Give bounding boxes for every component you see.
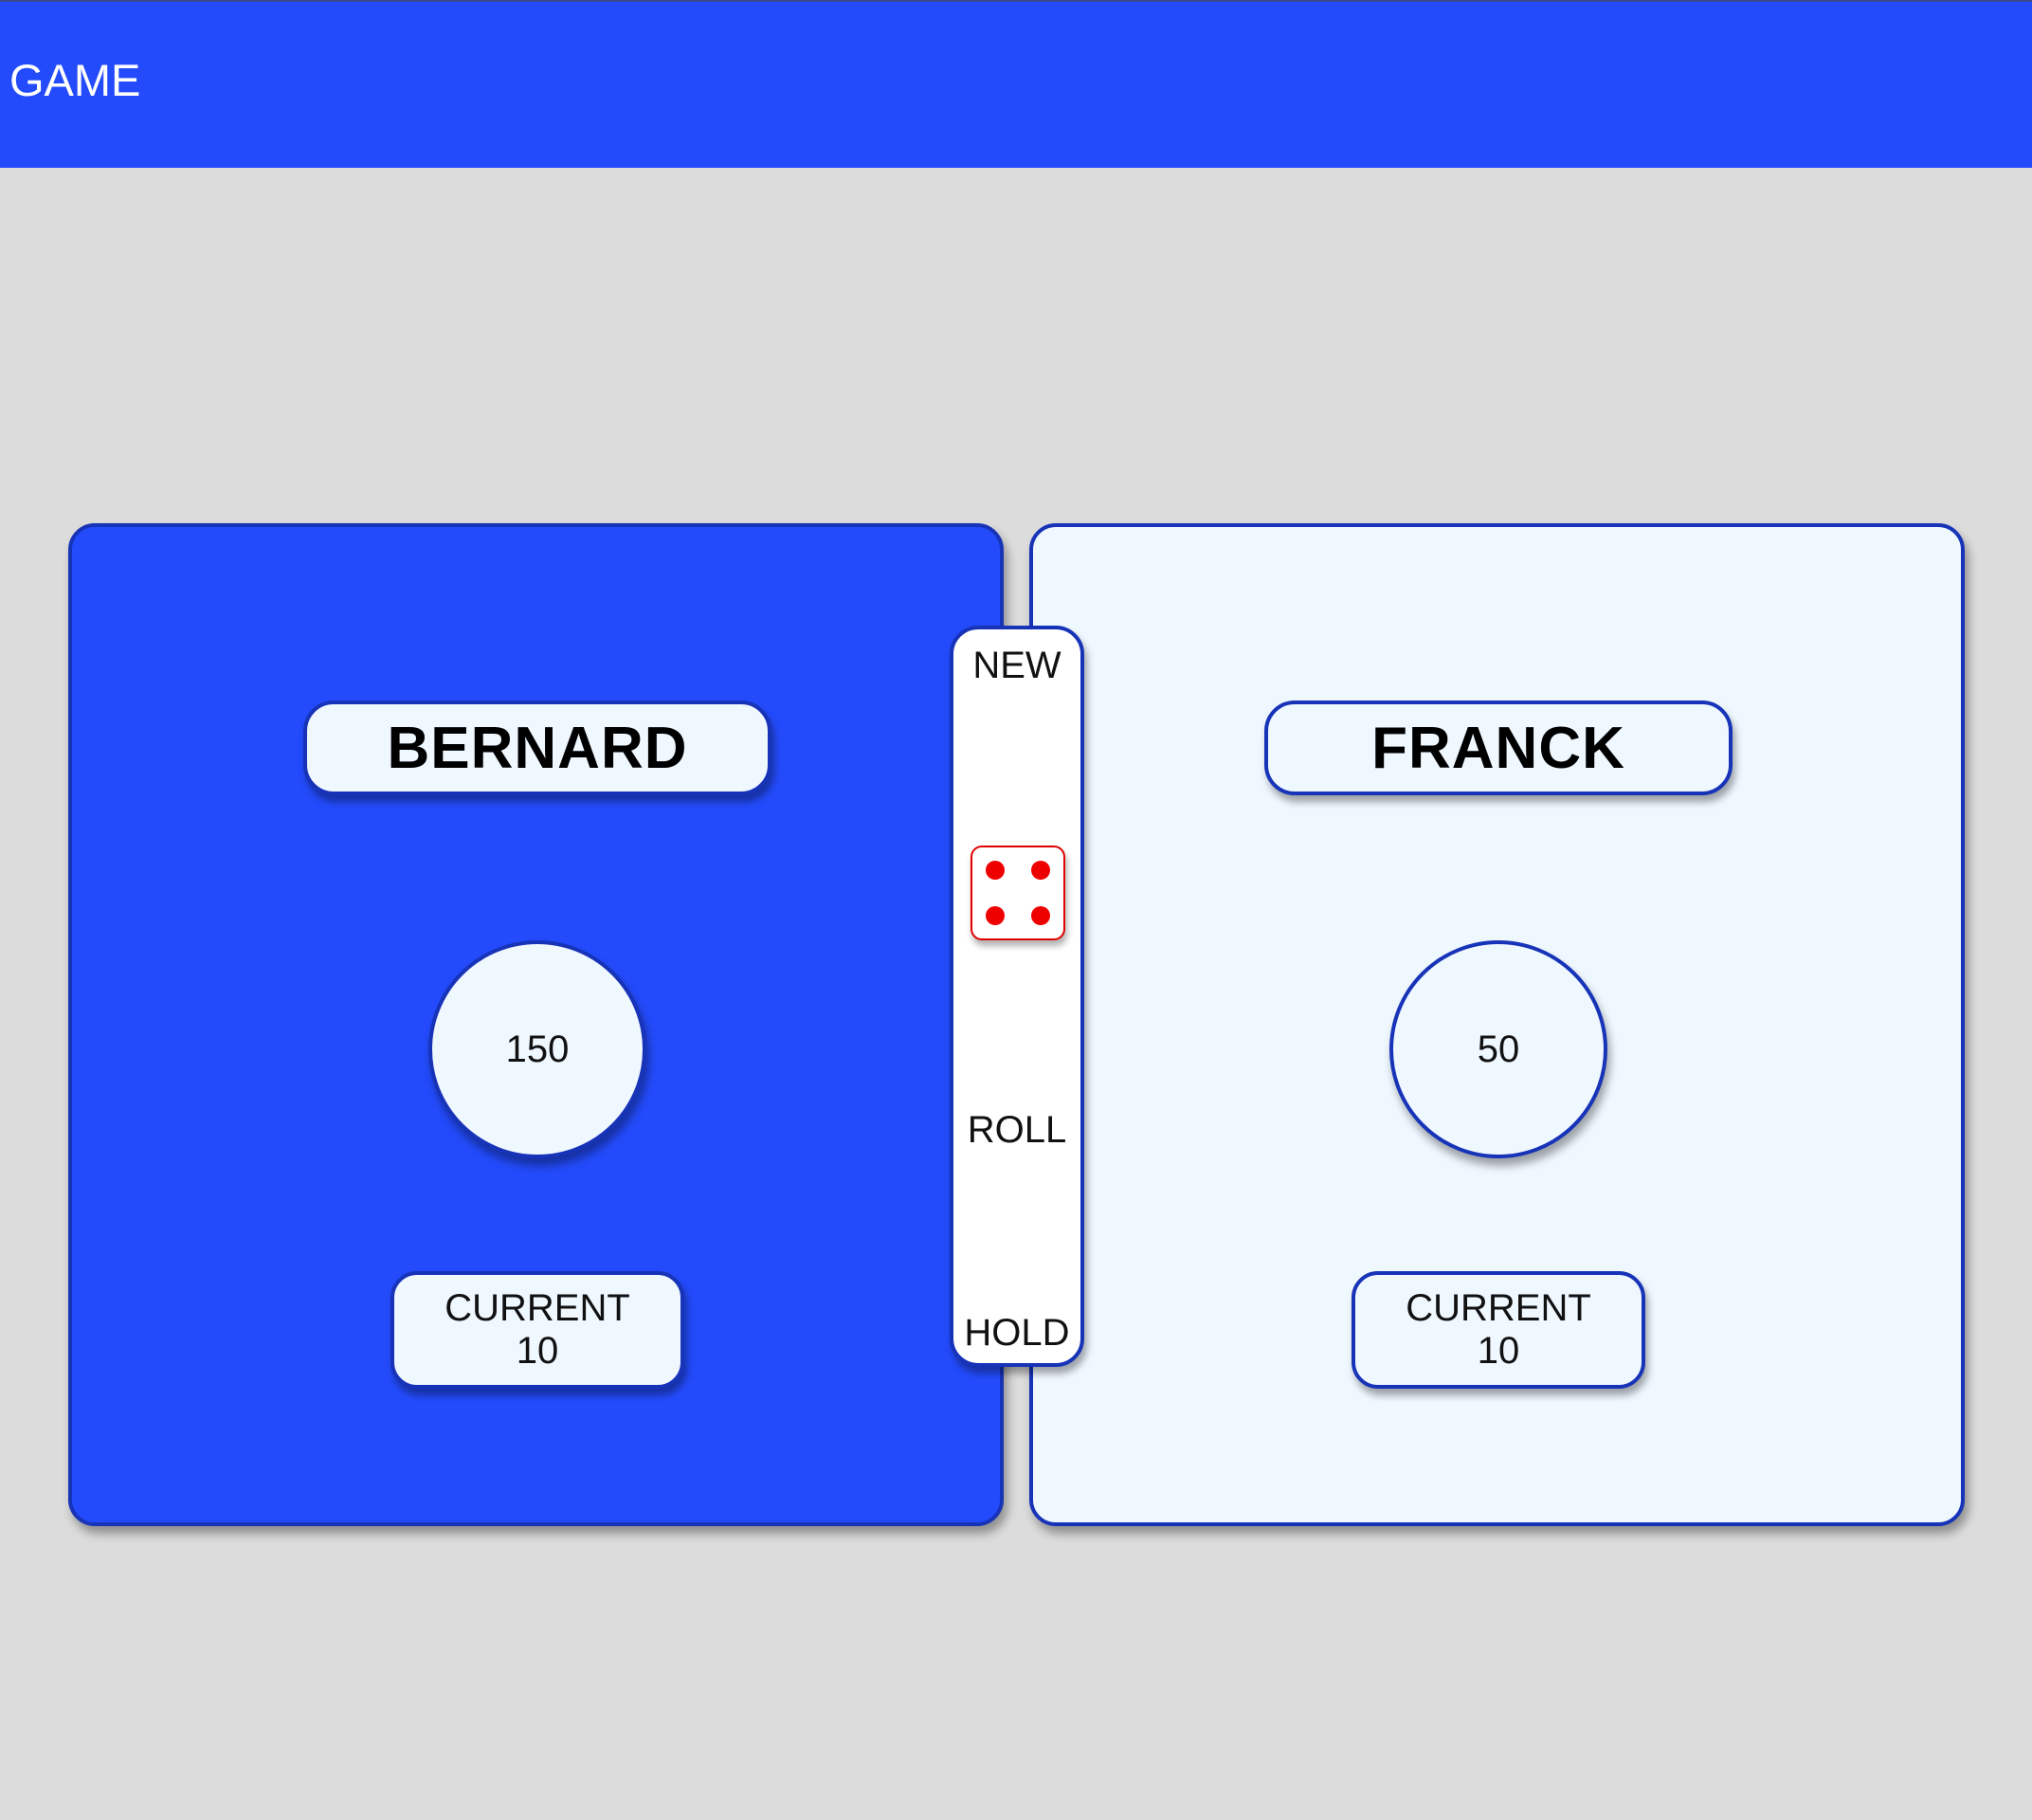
dice-pip: [986, 861, 1005, 880]
current-label-2: CURRENT: [1406, 1287, 1591, 1329]
current-score-box-2: CURRENT 10: [1352, 1271, 1645, 1389]
top-bar: GAME: [0, 0, 2032, 168]
game-controls: NEW ROLL HOLD: [950, 626, 1084, 1367]
dice-pip: [1031, 861, 1050, 880]
current-score-box-1: CURRENT 10: [390, 1271, 684, 1389]
current-value-1: 10: [516, 1330, 559, 1372]
player-panel-1: BERNARD 150 CURRENT 10: [68, 523, 1004, 1526]
current-value-2: 10: [1477, 1330, 1520, 1372]
dice-pip: [986, 906, 1005, 925]
current-label-1: CURRENT: [444, 1287, 630, 1329]
new-game-button[interactable]: NEW: [953, 646, 1080, 684]
app-title: GAME: [9, 55, 141, 105]
total-score-2: 50: [1389, 940, 1607, 1158]
dice-four-icon: [971, 846, 1065, 940]
dice-pip: [1031, 906, 1050, 925]
player-name-2: FRANCK: [1264, 701, 1733, 795]
player-name-1: BERNARD: [303, 701, 771, 795]
total-score-1: 150: [428, 940, 646, 1158]
roll-dice-button[interactable]: ROLL: [953, 1111, 1080, 1149]
player-panel-2: FRANCK 50 CURRENT 10: [1029, 523, 1965, 1526]
hold-button[interactable]: HOLD: [953, 1314, 1080, 1352]
